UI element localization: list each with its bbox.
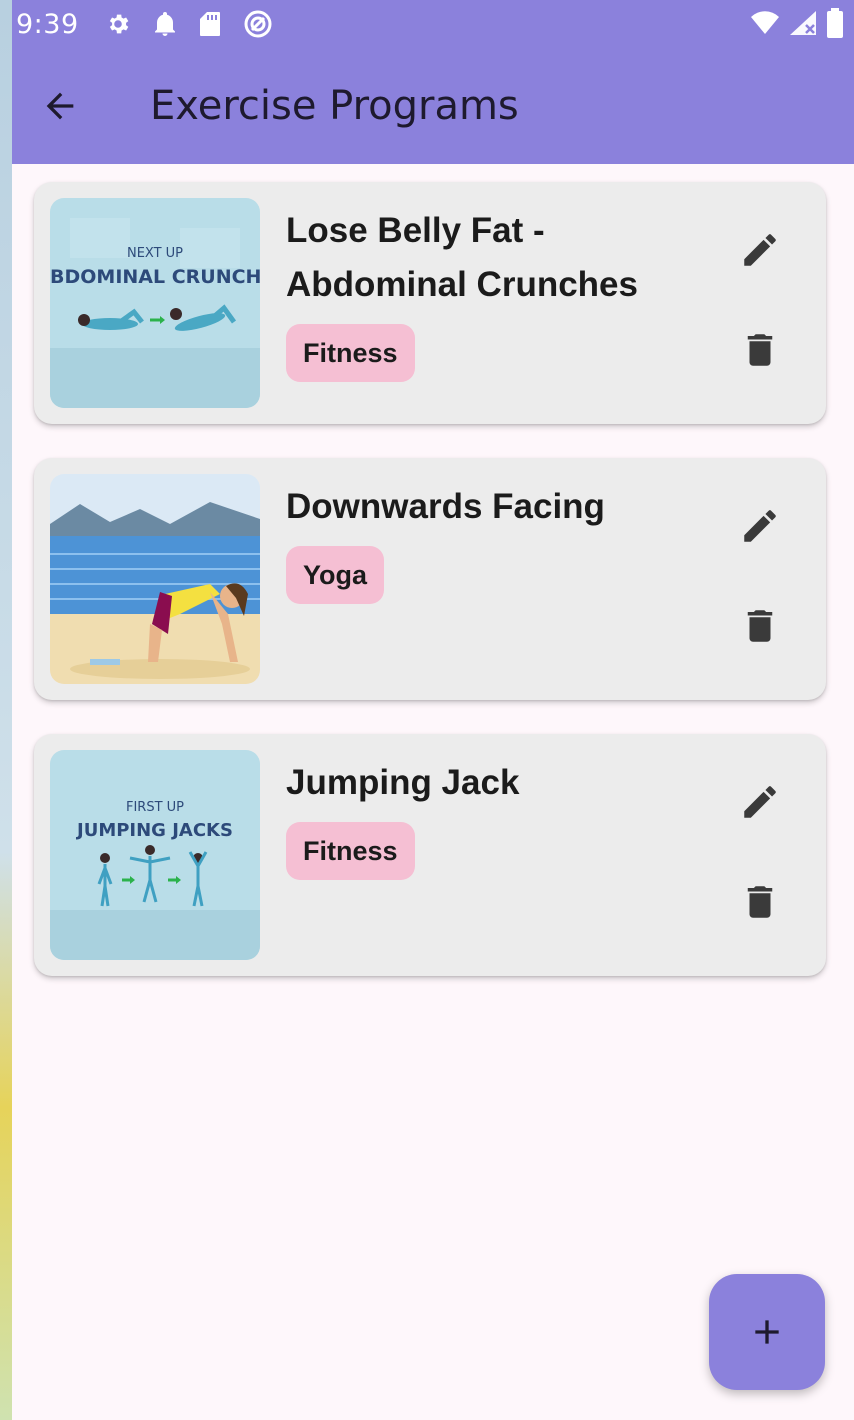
bell-icon [153, 11, 177, 37]
edit-button[interactable] [730, 772, 790, 832]
category-chip: Fitness [286, 324, 415, 382]
plus-icon [747, 1312, 787, 1352]
app-screen: 9:39 Exercise Programs NEXT UP BDOMINAL … [12, 0, 854, 1420]
wifi-icon [750, 10, 780, 36]
program-title: Lose Belly Fat - Abdominal Crunches [286, 211, 638, 304]
status-time: 9:39 [16, 8, 79, 40]
back-button[interactable] [28, 74, 92, 138]
status-icons-right [750, 8, 844, 38]
status-bar: 9:39 [12, 0, 854, 48]
gear-icon [105, 11, 131, 37]
edit-button[interactable] [730, 220, 790, 280]
signal-icon [788, 9, 818, 37]
thumbnail-caption-top: FIRST UP [125, 800, 185, 815]
program-thumbnail [50, 474, 260, 684]
thumbnail-caption-top: NEXT UP [126, 246, 184, 261]
battery-icon [826, 8, 844, 38]
sync-icon [243, 9, 273, 39]
delete-button[interactable] [730, 872, 790, 932]
pencil-icon [739, 229, 781, 271]
program-card[interactable]: Downwards Facing Yoga [34, 458, 826, 700]
trash-icon [739, 329, 781, 371]
add-program-button[interactable] [709, 1274, 825, 1390]
thumbnail-caption-main: JUMPING JACKS [77, 820, 233, 841]
pencil-icon [739, 505, 781, 547]
arrow-back-icon [40, 86, 80, 126]
program-title: Jumping Jack [286, 763, 520, 802]
thumbnail-caption-main: BDOMINAL CRUNCHI [50, 266, 260, 288]
trash-icon [739, 881, 781, 923]
status-icons-left [105, 9, 273, 39]
sd-card-icon [199, 11, 221, 37]
wallpaper-strip [0, 0, 12, 1420]
edit-button[interactable] [730, 496, 790, 556]
program-title: Downwards Facing [286, 487, 605, 526]
page-title: Exercise Programs [150, 83, 519, 129]
program-thumbnail: FIRST UP JUMPING JACKS [50, 750, 260, 960]
program-thumbnail: NEXT UP BDOMINAL CRUNCHI [50, 198, 260, 408]
category-chip: Fitness [286, 822, 415, 880]
pencil-icon [739, 781, 781, 823]
program-list: NEXT UP BDOMINAL CRUNCHI Lose Belly Fat … [34, 182, 826, 1010]
program-card[interactable]: FIRST UP JUMPING JACKS Jumping Jack Fitn… [34, 734, 826, 976]
delete-button[interactable] [730, 596, 790, 656]
program-card[interactable]: NEXT UP BDOMINAL CRUNCHI Lose Belly Fat … [34, 182, 826, 424]
category-chip: Yoga [286, 546, 385, 604]
app-bar: Exercise Programs [12, 48, 854, 164]
delete-button[interactable] [730, 320, 790, 380]
trash-icon [739, 605, 781, 647]
